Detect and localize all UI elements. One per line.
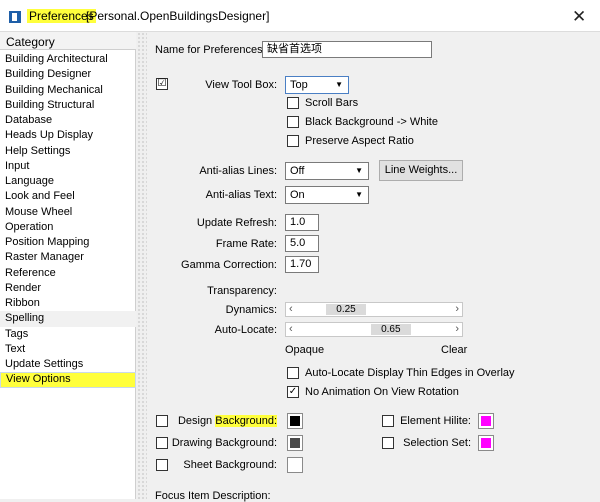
category-item-language[interactable]: Language bbox=[0, 174, 136, 189]
preserve-aspect-label: Preserve Aspect Ratio bbox=[305, 135, 414, 147]
update-refresh-input[interactable]: 1.0 bbox=[285, 214, 319, 231]
design-background-swatch[interactable] bbox=[287, 413, 303, 429]
name-for-preferences-label: Name for Preferences: bbox=[155, 44, 266, 56]
frame-rate-label: Frame Rate: bbox=[215, 238, 277, 250]
opaque-label: Opaque bbox=[285, 344, 325, 356]
view-toolbox-select[interactable]: Top ▼ bbox=[285, 76, 349, 94]
slider-left-icon[interactable]: ‹ bbox=[289, 323, 293, 335]
design-background-highlight: Background: bbox=[215, 415, 277, 427]
slider-left-icon[interactable]: ‹ bbox=[289, 303, 293, 315]
slider-right-icon[interactable]: › bbox=[455, 323, 459, 335]
dynamics-label: Dynamics: bbox=[225, 304, 277, 316]
dynamics-slider[interactable]: ‹ 0.25 › bbox=[285, 302, 463, 317]
antialias-text-value: On bbox=[290, 189, 305, 201]
chevron-down-icon: ▼ bbox=[355, 190, 363, 199]
category-item-mouse-wheel[interactable]: Mouse Wheel bbox=[0, 205, 136, 220]
autolocate-slider-thumb[interactable]: 0.65 bbox=[370, 324, 411, 335]
category-item-ribbon[interactable]: Ribbon bbox=[0, 296, 136, 311]
category-item-look-and-feel[interactable]: Look and Feel bbox=[0, 189, 136, 204]
clear-label: Clear bbox=[441, 344, 468, 356]
black-background-label: Black Background -> White bbox=[305, 116, 438, 128]
autolocate-thin-edges-label: Auto-Locate Display Thin Edges in Overla… bbox=[305, 367, 515, 379]
category-item-building-mechanical[interactable]: Building Mechanical bbox=[0, 83, 136, 98]
antialias-text-select[interactable]: On ▼ bbox=[285, 186, 369, 204]
focus-item-label: Focus Item Description: bbox=[155, 490, 271, 502]
autolocate-label: Auto-Locate: bbox=[214, 324, 277, 336]
drawing-background-swatch[interactable] bbox=[287, 435, 303, 451]
element-hilite-swatch[interactable] bbox=[478, 413, 494, 429]
category-item-render[interactable]: Render bbox=[0, 281, 136, 296]
category-item-text[interactable]: Text bbox=[0, 342, 136, 357]
category-item-tags[interactable]: Tags bbox=[0, 327, 136, 342]
category-item-building-structural[interactable]: Building Structural bbox=[0, 98, 136, 113]
antialias-lines-select[interactable]: Off ▼ bbox=[285, 162, 369, 180]
scroll-bars-checkbox[interactable] bbox=[287, 97, 299, 109]
dynamics-slider-thumb[interactable]: 0.25 bbox=[326, 304, 366, 315]
category-list: Building Architectural Building Designer B… bbox=[0, 52, 136, 388]
no-animation-label: No Animation On View Rotation bbox=[305, 386, 459, 398]
category-item-heads-up-display[interactable]: Heads Up Display bbox=[0, 128, 136, 143]
drawing-background-label: Drawing Background: bbox=[171, 437, 277, 449]
category-item-update-settings[interactable]: Update Settings bbox=[0, 357, 136, 372]
view-toolbox-label: View Tool Box: bbox=[205, 79, 277, 91]
chevron-down-icon: ▼ bbox=[335, 80, 343, 89]
window-title-profile: [Personal.OpenBuildingsDesigner] bbox=[86, 9, 270, 23]
sheet-background-label: Sheet Background: bbox=[183, 459, 277, 471]
scroll-bars-label: Scroll Bars bbox=[305, 97, 359, 109]
design-background-checkbox[interactable] bbox=[156, 415, 168, 427]
gamma-correction-label: Gamma Correction: bbox=[181, 259, 277, 271]
category-item-building-designer[interactable]: Building Designer bbox=[0, 67, 136, 82]
slider-right-icon[interactable]: › bbox=[455, 303, 459, 315]
category-item-database[interactable]: Database bbox=[0, 113, 136, 128]
category-item-input[interactable]: Input bbox=[0, 159, 136, 174]
black-background-checkbox[interactable] bbox=[287, 116, 299, 128]
gamma-correction-input[interactable]: 1.70 bbox=[285, 256, 319, 273]
sheet-background-swatch[interactable] bbox=[287, 457, 303, 473]
design-background-label: Design Background: bbox=[170, 415, 277, 427]
preserve-aspect-checkbox[interactable] bbox=[287, 135, 299, 147]
category-panel: Category Building Architectural Building … bbox=[0, 32, 136, 499]
splitter-handle[interactable] bbox=[137, 32, 147, 499]
category-item-operation[interactable]: Operation bbox=[0, 220, 136, 235]
drawing-background-checkbox[interactable] bbox=[156, 437, 168, 449]
category-item-help-settings[interactable]: Help Settings bbox=[0, 144, 136, 159]
element-hilite-label: Element Hilite: bbox=[400, 415, 471, 427]
category-item-view-options[interactable]: View Options bbox=[0, 372, 136, 388]
title-bar: Preferences [Personal.OpenBuildingsDesig… bbox=[0, 0, 600, 32]
selection-set-checkbox[interactable] bbox=[382, 437, 394, 449]
design-background-prefix: Design bbox=[177, 415, 216, 427]
category-item-building-architectural[interactable]: Building Architectural bbox=[0, 52, 136, 67]
transparency-label: Transparency: bbox=[207, 285, 277, 297]
no-animation-checkbox[interactable]: ✓ bbox=[287, 386, 299, 398]
category-item-position-mapping[interactable]: Position Mapping bbox=[0, 235, 136, 250]
app-icon bbox=[9, 11, 21, 23]
autolocate-slider[interactable]: ‹ 0.65 › bbox=[285, 322, 463, 337]
antialias-lines-value: Off bbox=[290, 165, 305, 177]
name-for-preferences-input[interactable]: 缺省首选项 bbox=[262, 41, 432, 58]
category-item-reference[interactable]: Reference bbox=[0, 266, 136, 281]
frame-rate-input[interactable]: 5.0 bbox=[285, 235, 319, 252]
line-weights-button[interactable]: Line Weights... bbox=[379, 160, 463, 181]
category-item-spelling[interactable]: Spelling bbox=[0, 311, 136, 327]
chevron-down-icon: ▼ bbox=[355, 166, 363, 175]
category-item-raster-manager[interactable]: Raster Manager bbox=[0, 250, 136, 265]
close-icon[interactable]: ✕ bbox=[572, 7, 586, 27]
antialias-lines-label: Anti-alias Lines: bbox=[199, 165, 277, 177]
element-hilite-checkbox[interactable] bbox=[382, 415, 394, 427]
view-toolbox-checkbox[interactable]: ☑ bbox=[156, 78, 168, 90]
view-toolbox-value: Top bbox=[290, 79, 308, 91]
sheet-background-checkbox[interactable] bbox=[156, 459, 168, 471]
splitter-gap bbox=[147, 32, 149, 499]
selection-set-swatch[interactable] bbox=[478, 435, 494, 451]
autolocate-thin-edges-checkbox[interactable] bbox=[287, 367, 299, 379]
update-refresh-label: Update Refresh: bbox=[196, 217, 277, 229]
category-header: Category bbox=[0, 32, 136, 50]
selection-set-label: Selection Set: bbox=[403, 437, 471, 449]
antialias-text-label: Anti-alias Text: bbox=[205, 189, 277, 201]
